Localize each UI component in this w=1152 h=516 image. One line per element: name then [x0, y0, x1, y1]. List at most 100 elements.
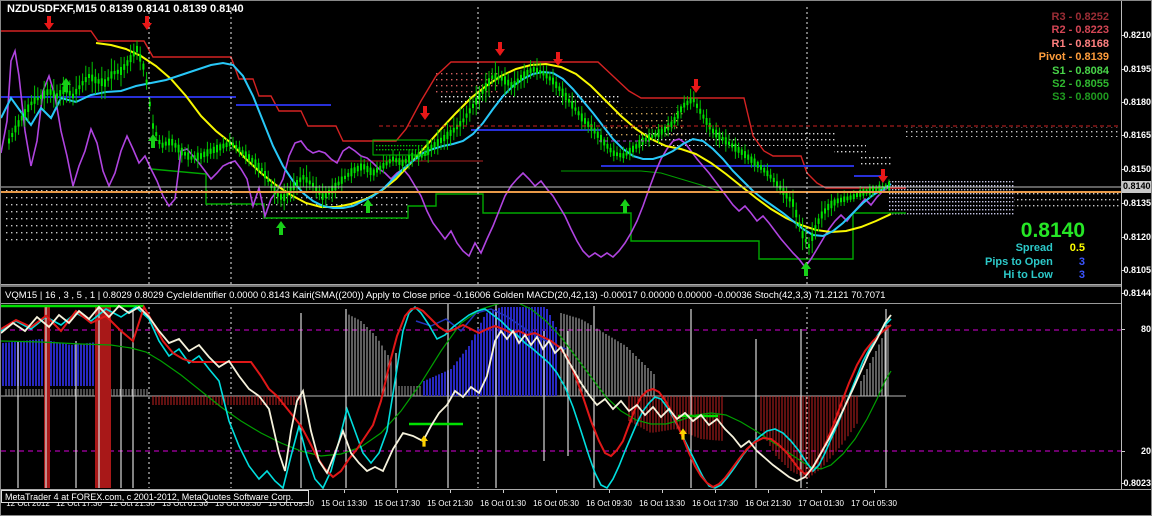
candle-body	[814, 225, 816, 231]
candle-body	[162, 143, 164, 148]
candle-body	[635, 144, 637, 149]
candle-body	[322, 193, 324, 200]
candle-body	[270, 184, 272, 188]
candle-body	[174, 143, 176, 148]
candle-body	[350, 168, 352, 176]
candle-body	[677, 111, 679, 119]
price-axis[interactable]: 0.82100.81950.81800.81650.81500.81350.81…	[1121, 1, 1152, 489]
candle-body	[69, 91, 71, 96]
sell-arrow-icon	[553, 52, 563, 66]
candle-body	[453, 128, 455, 133]
candle-body	[846, 197, 848, 201]
time-tick-mark	[821, 490, 822, 493]
sell-arrow-icon	[420, 106, 430, 120]
candle-body	[146, 80, 148, 85]
candle-body	[347, 173, 349, 177]
time-tick-mark	[874, 490, 875, 493]
candle-body	[760, 165, 762, 170]
sell-arrow-icon	[691, 79, 701, 93]
candle-body	[581, 113, 583, 121]
candle-body	[747, 155, 749, 160]
time-tick-mark	[450, 490, 451, 493]
candle-body	[475, 98, 477, 105]
candle-body	[219, 144, 221, 150]
candle-body	[101, 78, 103, 86]
candle-body	[661, 129, 663, 135]
candle-body	[670, 122, 672, 127]
candle-body	[104, 79, 106, 87]
candle-body	[552, 78, 554, 85]
candle-body	[485, 83, 487, 91]
candle-body	[235, 145, 237, 149]
axis-tick-label: 0.8150	[1123, 164, 1151, 174]
time-tick-mark	[344, 490, 345, 493]
candle-body	[258, 163, 260, 171]
candle-body	[72, 94, 74, 99]
candle-body	[136, 46, 138, 52]
candle-body	[354, 167, 356, 173]
pivot-row-s2: S2 - 0.8055	[1039, 78, 1109, 91]
candle-body	[238, 147, 240, 152]
candle-body	[757, 162, 759, 168]
time-tick-mark	[768, 490, 769, 493]
candle-body	[24, 109, 26, 117]
candle-body	[94, 77, 96, 84]
pivot-row-pivot: Pivot - 0.8139	[1039, 51, 1109, 64]
current-price-big: 0.8140	[985, 220, 1085, 242]
sell-arrow-icon	[878, 169, 888, 183]
candle-body	[152, 123, 154, 129]
candle-body	[91, 75, 93, 82]
axis-tick-label: 0.8195	[1123, 64, 1151, 74]
candle-body	[542, 71, 544, 75]
candle-body	[821, 212, 823, 219]
time-axis-label: 16 Oct 05:30	[533, 499, 579, 508]
candle-body	[50, 89, 52, 95]
candle-body	[654, 133, 656, 137]
candle-body	[850, 195, 852, 199]
candle-body	[878, 185, 880, 192]
candle-body	[574, 107, 576, 110]
sell-arrow-icon	[495, 42, 505, 56]
candle-body	[40, 95, 42, 99]
pivot-row-r1: R1 - 0.8168	[1039, 38, 1109, 51]
candle-body	[773, 178, 775, 182]
candle-body	[98, 79, 100, 84]
candle-body	[53, 91, 55, 98]
candle-body	[824, 208, 826, 213]
hi-to-low-value: 3	[1059, 269, 1085, 283]
volatility-stripe	[44, 307, 50, 488]
candle-body	[578, 111, 580, 115]
candle-body	[728, 142, 730, 145]
candle-body	[363, 164, 365, 169]
candle-body	[190, 156, 192, 159]
time-tick-mark	[503, 490, 504, 493]
candle-body	[251, 158, 253, 163]
candle-body	[382, 163, 384, 169]
candle-body	[530, 68, 532, 73]
indicator-values-header: VQM15 | 16 , 3 , 5 , 1 | 0.8029 0.8029 C…	[1, 287, 1121, 304]
axis-tick-label: 0.8180	[1123, 97, 1151, 107]
candle-body	[840, 198, 842, 203]
candle-body	[395, 158, 397, 162]
chart-canvas[interactable]	[1, 1, 1121, 516]
candle-body	[664, 127, 666, 132]
axis-tick-label: 0.8120	[1123, 232, 1151, 242]
candle-body	[110, 71, 112, 78]
axis-tick-label: 0.8165	[1123, 130, 1151, 140]
buy-arrow-icon	[620, 199, 630, 213]
time-tick-mark	[609, 490, 610, 493]
candle-body	[8, 139, 10, 144]
candle-body	[786, 192, 788, 199]
tight-green-line	[561, 171, 719, 191]
candle-body	[789, 197, 791, 202]
candle-body	[469, 108, 471, 113]
candle-body	[683, 103, 685, 108]
candle-body	[546, 73, 548, 78]
candle-body	[776, 181, 778, 186]
candle-body	[875, 187, 877, 191]
candle-body	[514, 81, 516, 88]
spread-row: Spread 0.5	[985, 242, 1085, 256]
candle-body	[78, 85, 80, 89]
candle-body	[85, 77, 87, 82]
ichimoku-cloud-dots	[435, 73, 501, 95]
